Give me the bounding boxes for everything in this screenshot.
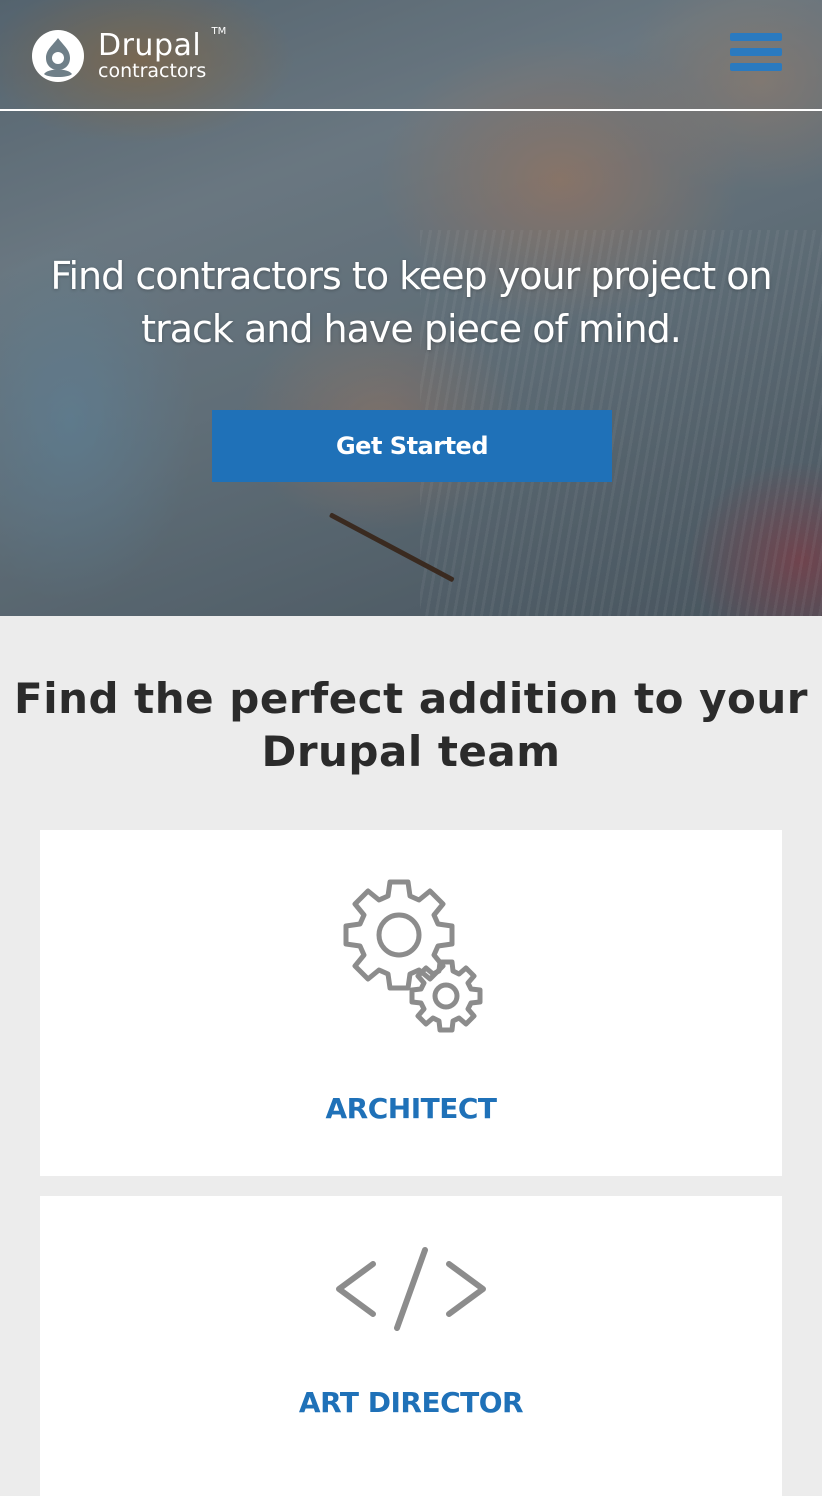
site-logo[interactable]: Drupal contractors TM	[30, 26, 226, 84]
gears-icon	[40, 876, 782, 1036]
role-card-architect[interactable]: ARCHITECT	[40, 830, 782, 1176]
site-header: Drupal contractors TM	[0, 0, 822, 112]
hero-content: Find contractors to keep your project on…	[0, 250, 822, 482]
header-divider	[0, 109, 822, 111]
trademark-mark: TM	[211, 26, 227, 37]
logo-wordmark: Drupal contractors TM	[98, 26, 226, 82]
code-icon-graphic	[336, 1247, 486, 1331]
role-card-label: ART DIRECTOR	[298, 1386, 524, 1419]
logo-subtitle: contractors	[98, 60, 207, 82]
code-icon	[40, 1244, 782, 1334]
hamburger-menu-icon[interactable]	[730, 33, 784, 79]
role-card-label: ARCHITECT	[325, 1092, 497, 1125]
section-title: Find the perfect addition to your Drupal…	[14, 674, 808, 776]
get-started-button[interactable]: Get Started	[212, 410, 612, 482]
logo-name: Drupal	[98, 28, 202, 63]
roles-section: Find the perfect addition to your Drupal…	[0, 616, 822, 1496]
drupal-drop-logo-icon	[32, 30, 84, 82]
role-card-art-director[interactable]: ART DIRECTOR	[40, 1196, 782, 1496]
menu-bar-bottom	[730, 63, 782, 71]
hero-section: Drupal contractors TM Find contractors t…	[0, 0, 822, 616]
menu-bar-middle	[730, 48, 782, 56]
hero-title: Find contractors to keep your project on…	[50, 254, 772, 351]
menu-bar-top	[730, 33, 782, 41]
gears-icon-graphic	[343, 879, 483, 1033]
hero-pencil-detail	[328, 512, 455, 583]
